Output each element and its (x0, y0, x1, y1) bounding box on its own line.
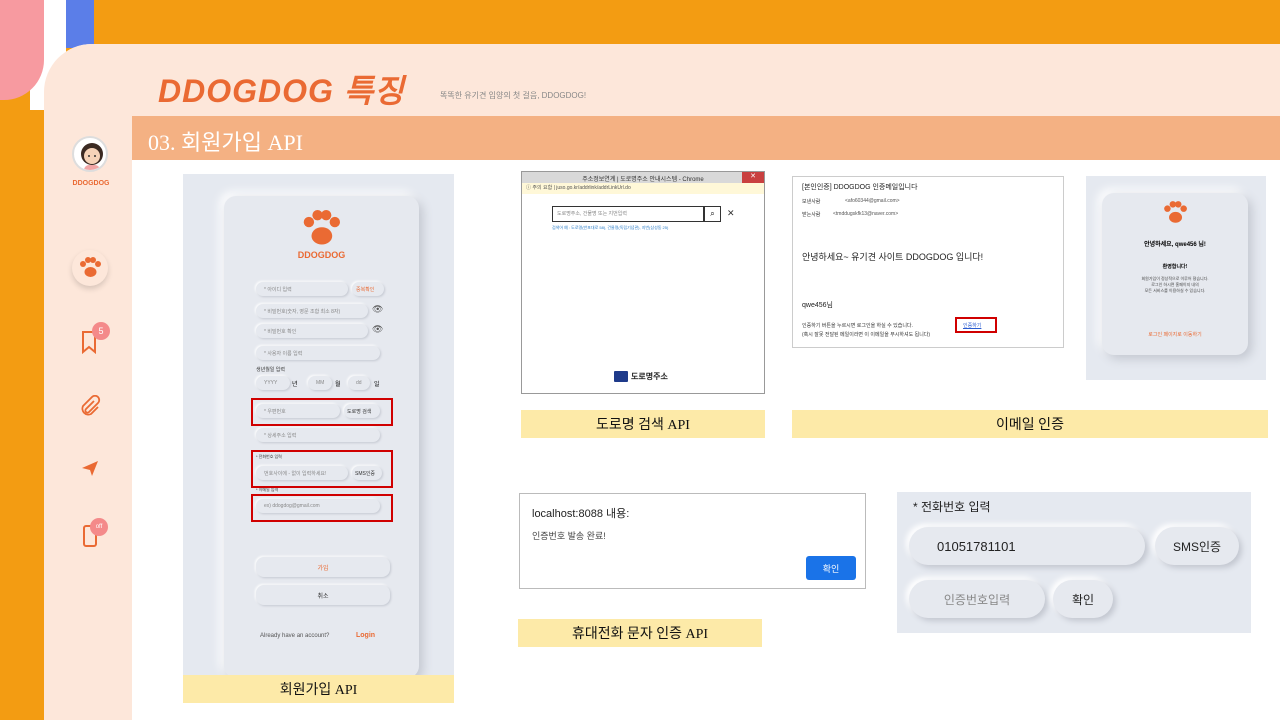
page-title: DDOGDOG 특징 (158, 73, 405, 109)
paper-plane-icon (82, 461, 98, 476)
join-button[interactable]: 가입 (256, 557, 390, 577)
welcome-title: 환영합니다! (1162, 264, 1188, 270)
caption-email: 이메일 인증 (792, 410, 1268, 438)
email-subject: [본인인증] DDOGDOG 인증메일입니다 (802, 184, 918, 191)
bookmark-badge: 5 (92, 322, 110, 340)
signup-screenshot: DDOGDOG * 아이디 입력 중복확인 * 비밀번호(숫자, 영문 조합 최… (183, 174, 454, 680)
nav-attachment-button[interactable] (72, 388, 108, 424)
email-from: <afo60344@gmail.com> (845, 198, 900, 204)
road-close-icon[interactable]: ✕ (727, 208, 735, 219)
email-greeting: 안녕하세요~ 유기견 사이트 DDOGDOG 입니다! (802, 252, 984, 262)
name-input[interactable]: * 사용자 이름 입력 (256, 346, 380, 360)
signup-logo-text: DDOGDOG (297, 250, 346, 260)
welcome-msg3: 모든 서비스를 이용하실 수 있습니다. (1144, 288, 1206, 293)
road-search-icon[interactable]: ⌕ (704, 206, 721, 222)
slide-panel: DDOGDOG 특징 똑똑한 유기견 입양의 첫 걸음, DDOGDOG! 03… (44, 44, 1280, 720)
road-search-input[interactable]: 도로명주소, 건물명 또는 지번입력 (552, 206, 704, 222)
eye-icon[interactable]: 👁 (372, 324, 383, 335)
road-search-hint: 검색어 예 : 도로명(반포대로 58), 건물명(독립기념관), 지번(삼성동… (552, 225, 669, 230)
birth-year-input[interactable]: YYYY (256, 376, 290, 390)
email-body1: 인증하기 버튼을 누르시면 로그인을 하실 수 있습니다. (802, 323, 913, 329)
email-user: qwe456님 (802, 302, 833, 309)
login-link[interactable]: Login (356, 632, 375, 639)
road-popup-url: ⓘ 주의 요함 | juso.go.kr/addrlink/addrLinkUr… (522, 183, 764, 194)
welcome-screenshot: 안녕하세요, qwe456 님! 환영합니다! 회원가입이 정상적으로 이루어 … (1086, 176, 1266, 380)
road-popup-title: 주소정보연계 | 도로명주소 안내시스템 - Chrome (582, 177, 704, 183)
welcome-paw-icon (1164, 201, 1187, 223)
month-unit: 월 (335, 382, 341, 388)
phone-zoom-number-input[interactable]: 01051781101 (909, 527, 1145, 565)
caption-signup: 회원가입 API (183, 675, 454, 703)
address-detail-input[interactable]: * 상세주소 입력 (256, 428, 380, 442)
email-screenshot: [본인인증] DDOGDOG 인증메일입니다 보낸사람 <afo60344@gm… (792, 176, 1064, 348)
cancel-button[interactable]: 취소 (256, 585, 390, 605)
page-subtitle: 똑똑한 유기견 입양의 첫 걸음, DDOGDOG! (440, 91, 587, 100)
paw-icon (80, 257, 101, 277)
day-unit: 일 (374, 382, 380, 388)
road-brand-icon (614, 371, 628, 382)
avatar[interactable] (72, 136, 108, 172)
section-bar (132, 116, 1280, 160)
nav-paw-button[interactable] (72, 250, 108, 286)
road-brand: 도로명주소 (614, 371, 668, 382)
account-text: Already have an account? (260, 633, 330, 639)
phone-zoom-label: * 전화번호 입력 (913, 500, 991, 514)
password-confirm-input[interactable]: * 비밀번호 확인 (256, 324, 368, 338)
highlight-verify-link (955, 317, 997, 333)
paperclip-icon (81, 395, 101, 416)
phone-zoom-sms-button[interactable]: SMS인증 (1155, 527, 1239, 565)
welcome-hello: 안녕하세요, qwe456 님! (1144, 242, 1206, 248)
signup-paw-icon (303, 210, 340, 245)
birth-label: 생년월일 입력 (256, 367, 285, 373)
road-popup-window: 주소정보연계 | 도로명주소 안내시스템 - Chrome ✕ ⓘ 주의 요함 … (521, 171, 765, 394)
highlight-zipcode (251, 398, 393, 426)
phone-badge: off (90, 518, 108, 536)
section-title: 03. 회원가입 API (148, 130, 303, 155)
email-to-label: 받는사람 (802, 212, 821, 218)
eye-icon[interactable]: 👁 (372, 304, 383, 315)
email-from-label: 보낸사람 (802, 199, 821, 205)
birth-day-input[interactable]: dd (348, 376, 370, 390)
nav-send-button[interactable] (72, 450, 108, 486)
phone-zoom-code-input[interactable]: 인증번호입력 (909, 580, 1045, 618)
alert-dialog: localhost:8088 내용: 인증번호 발송 완료! 확인 (519, 493, 866, 589)
caption-phone: 휴대전화 문자 인증 API (518, 619, 762, 647)
phone-zoom-screenshot: * 전화번호 입력 01051781101 SMS인증 인증번호입력 확인 (897, 492, 1251, 633)
caption-road: 도로명 검색 API (521, 410, 765, 438)
birth-month-input[interactable]: MM (308, 376, 332, 390)
signup-card: DDOGDOG * 아이디 입력 중복확인 * 비밀번호(숫자, 영문 조합 최… (224, 196, 419, 678)
alert-message: 인증번호 발송 완료! (532, 531, 606, 541)
welcome-card: 안녕하세요, qwe456 님! 환영합니다! 회원가입이 정상적으로 이루어 … (1102, 193, 1248, 355)
id-input[interactable]: * 아이디 입력 (256, 282, 348, 296)
road-popup-titlebar: 주소정보연계 | 도로명주소 안내시스템 - Chrome ✕ (522, 172, 764, 183)
email-to: <tmddugskfk13@naver.com> (833, 211, 899, 217)
highlight-phone (251, 450, 393, 488)
window-close-icon[interactable]: ✕ (742, 172, 764, 183)
highlight-email (251, 494, 393, 522)
email-body2: (혹시 잘못 전달된 메일이라면 이 이메일을 무시하셔도 됩니다) (802, 332, 931, 338)
alert-ok-button[interactable]: 확인 (806, 556, 856, 580)
password-input[interactable]: * 비밀번호(숫자, 영문 조합 최소 8자) (256, 304, 368, 318)
phone-zoom-confirm-button[interactable]: 확인 (1053, 580, 1113, 618)
alert-title: localhost:8088 내용: (532, 508, 630, 520)
decor-stripe-blue (66, 0, 94, 48)
welcome-login-link[interactable]: 로그인 페이지로 이동하기 (1102, 331, 1248, 338)
year-unit: 년 (292, 382, 298, 388)
sidebar-name: DDOGDOG (72, 180, 110, 187)
road-brand-text: 도로명주소 (631, 372, 668, 381)
id-check-button[interactable]: 중복확인 (352, 282, 384, 296)
